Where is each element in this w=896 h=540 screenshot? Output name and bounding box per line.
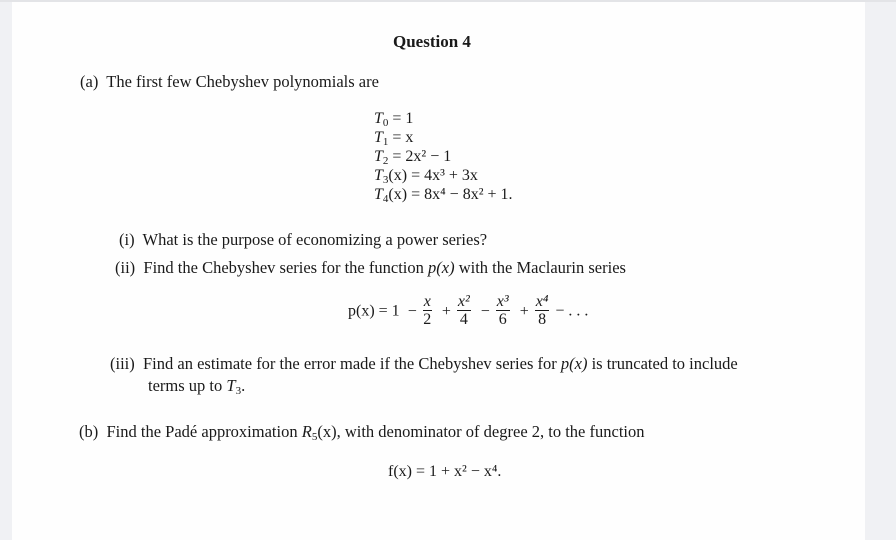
subpart-iii-label: (iii) bbox=[110, 354, 135, 373]
chebyshev-t3: T3(x) = 4x³ + 3x bbox=[374, 167, 478, 186]
part-a-intro: (a) The first few Chebyshev polynomials … bbox=[80, 72, 379, 92]
chebyshev-t2: T2 = 2x² − 1 bbox=[374, 148, 452, 167]
question-title: Question 4 bbox=[393, 32, 471, 51]
maclaurin-term-3: x³ 6 bbox=[495, 293, 510, 328]
subpart-iii: (iii) Find an estimate for the error mad… bbox=[110, 354, 738, 397]
maclaurin-term-4: x⁴ 8 bbox=[534, 293, 550, 328]
maclaurin-term-2: x² 4 bbox=[456, 293, 471, 328]
pade-function-equation: f(x) = 1 + x² − x⁴. bbox=[388, 463, 502, 480]
maclaurin-tail: − . . . bbox=[555, 302, 589, 320]
function-p: p(x) bbox=[428, 258, 455, 277]
maclaurin-term-1: x2 bbox=[422, 293, 432, 328]
document-page: Question 4 (a) The first few Chebyshev p… bbox=[12, 2, 865, 540]
maclaurin-lhs: p(x) = 1 bbox=[348, 302, 400, 320]
part-a-intro-text: The first few Chebyshev polynomials are bbox=[106, 72, 379, 91]
chebyshev-t0: T0 = 1 bbox=[374, 110, 414, 129]
subpart-ii-label: (ii) bbox=[115, 258, 136, 277]
subpart-i-text: What is the purpose of economizing a pow… bbox=[142, 230, 488, 249]
subpart-i: (i) What is the purpose of economizing a… bbox=[119, 230, 487, 250]
maclaurin-series: p(x) = 1 − x 2 + x² 4 − x³ 6 + x⁴ 8 − . . . bbox=[348, 293, 589, 328]
chebyshev-t4: T4(x) = 8x⁴ − 8x² + 1. bbox=[374, 186, 513, 205]
chebyshev-list: T0 = 1 T1 = x T2 = 2x² − 1 T3(x) = 4x³ +… bbox=[374, 109, 513, 205]
subpart-ii: (ii) Find the Chebyshev series for the f… bbox=[115, 258, 626, 277]
chebyshev-t1: T1 = x bbox=[374, 129, 414, 148]
part-b: (b) Find the Padé approximation R5(x), w… bbox=[79, 422, 645, 443]
part-b-label: (b) bbox=[79, 422, 99, 441]
subpart-i-label: (i) bbox=[119, 230, 135, 249]
part-a-label: (a) bbox=[80, 72, 99, 91]
